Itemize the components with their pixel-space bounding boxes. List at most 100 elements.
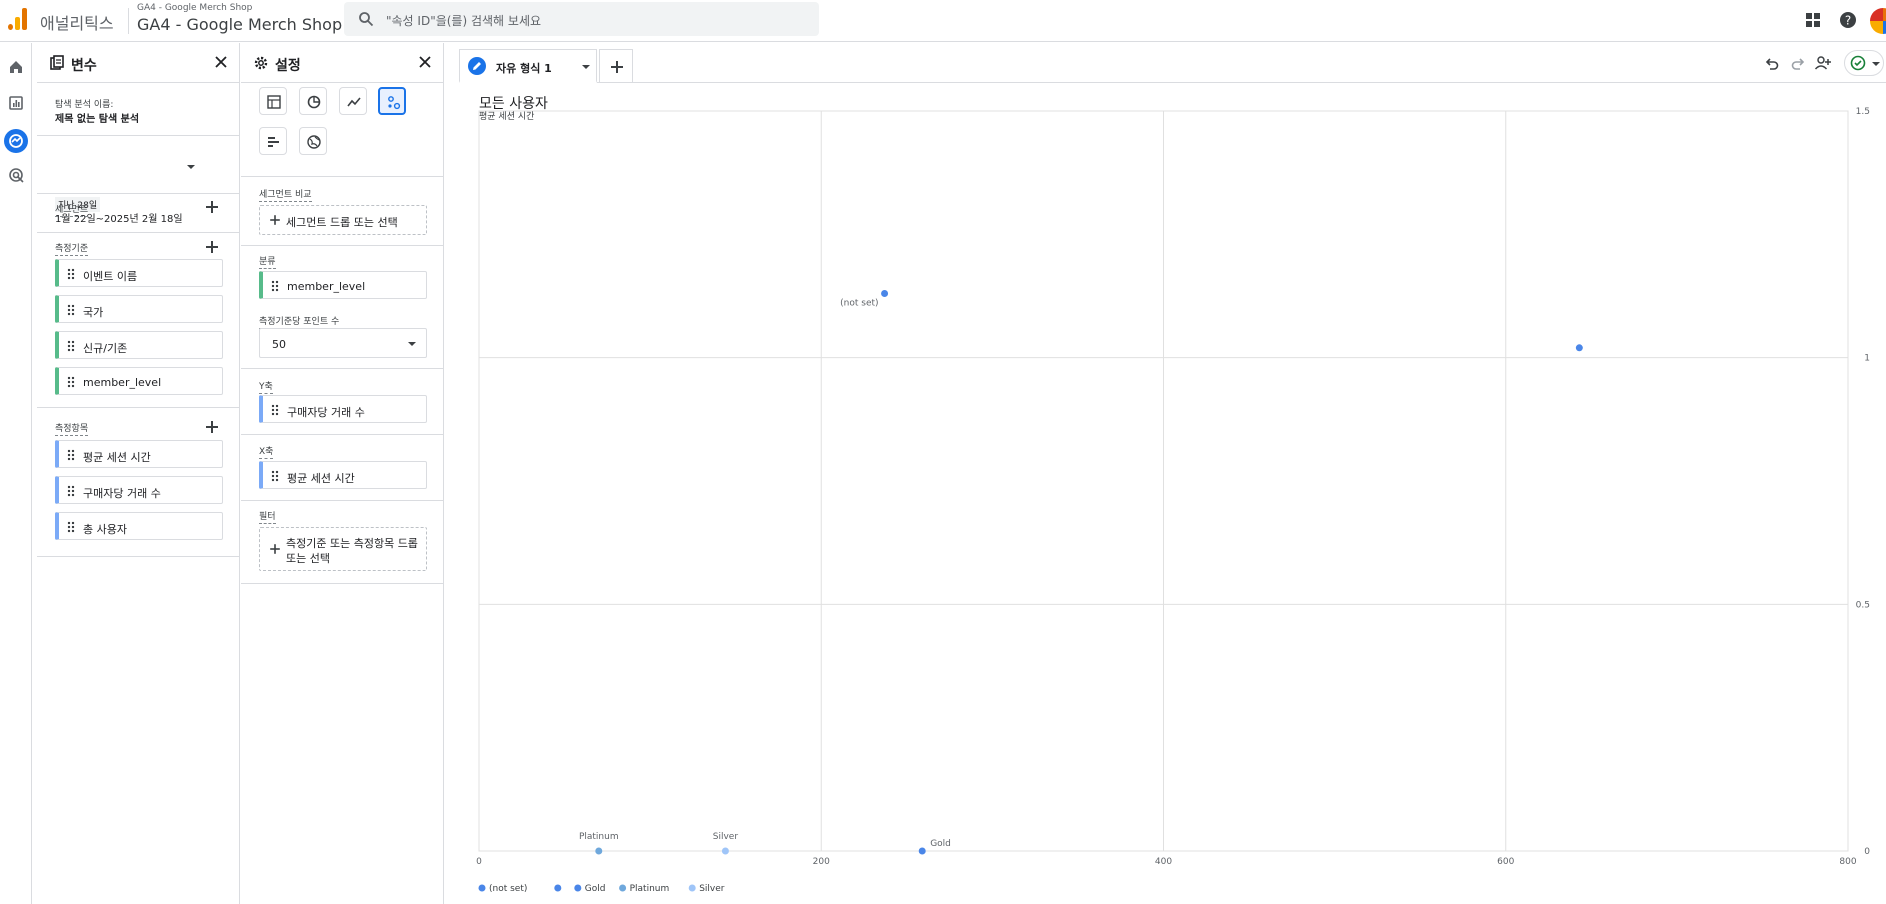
reports-icon[interactable]	[6, 93, 26, 113]
add-segment-button[interactable]	[205, 200, 219, 214]
variables-header: 변수	[37, 43, 239, 83]
segment-drop-zone[interactable]: 세그먼트 드롭 또는 선택	[259, 205, 427, 235]
variables-icon	[50, 55, 64, 70]
drag-handle-icon[interactable]	[271, 280, 279, 292]
bar-chart-icon	[268, 137, 279, 147]
drag-handle-icon[interactable]	[67, 521, 75, 533]
left-nav-rail	[0, 43, 32, 904]
account-name[interactable]: GA4 - Google Merch Shop	[137, 3, 252, 13]
search-input[interactable]: "속성 ID"을(를) 검색해 보세요	[344, 2, 819, 36]
bar-viz-button[interactable]	[259, 127, 287, 155]
data-point[interactable]	[595, 847, 603, 855]
dimension-chip[interactable]: 이벤트 이름	[55, 259, 223, 287]
data-label: Gold	[930, 839, 951, 849]
variables-panel: 변수 탐색 분석 이름: 제목 없는 탐색 분석 지난 28일 1월 22일~2…	[37, 43, 240, 904]
metrics-label: 측정항목	[55, 421, 89, 436]
breakdown-label: 분류	[259, 254, 276, 269]
data-point[interactable]	[1575, 344, 1583, 352]
y-tick-label: 0	[1864, 847, 1870, 857]
dimension-chip[interactable]: 신규/기존	[55, 331, 223, 359]
legend-swatch	[619, 884, 627, 892]
drag-handle-icon[interactable]	[271, 470, 279, 482]
add-metric-button[interactable]	[205, 420, 219, 434]
data-point[interactable]	[918, 847, 926, 855]
x-axis-chip[interactable]: 평균 세션 시간	[259, 461, 427, 489]
dimension-chip[interactable]: 국가	[55, 295, 223, 323]
x-tick-label: 400	[1155, 857, 1172, 867]
chevron-down-icon	[408, 342, 416, 346]
analytics-logo-icon[interactable]	[8, 8, 28, 30]
table-viz-button[interactable]	[259, 87, 287, 115]
y-tick-label: 0.5	[1856, 600, 1870, 610]
legend-swatch	[478, 884, 486, 892]
drag-handle-icon[interactable]	[67, 340, 75, 352]
plus-icon	[269, 214, 280, 225]
drag-handle-icon[interactable]	[67, 376, 75, 388]
scatter-viz-button[interactable]	[378, 87, 406, 115]
settings-header: 설정	[241, 43, 443, 83]
drag-handle-icon[interactable]	[67, 485, 75, 497]
segment-compare-label: 세그먼트 비교	[259, 187, 312, 202]
close-icon[interactable]	[417, 54, 433, 70]
data-point[interactable]	[881, 290, 889, 298]
brand-name: 애널리틱스	[40, 14, 114, 33]
x-tick-label: 0	[476, 857, 482, 867]
dimensions-label: 측정기준	[55, 241, 89, 256]
points-per-dimension-select[interactable]: 50	[259, 328, 427, 358]
filter-label: 필터	[259, 509, 276, 524]
drag-handle-icon[interactable]	[67, 268, 75, 280]
home-icon[interactable]	[6, 57, 26, 77]
apps-grid-icon[interactable]	[1803, 10, 1823, 30]
avatar[interactable]	[1870, 8, 1886, 34]
close-icon[interactable]	[213, 54, 229, 70]
divider	[241, 434, 443, 435]
data-label: (not set)	[840, 299, 878, 309]
gear-icon	[254, 56, 268, 70]
plus-icon	[269, 543, 280, 554]
drag-handle-icon[interactable]	[67, 449, 75, 461]
metric-chip[interactable]: 구매자당 거래 수	[55, 476, 223, 504]
line-viz-button[interactable]	[339, 87, 367, 115]
legend-label: Silver	[699, 884, 725, 894]
top-bar: 애널리틱스 GA4 - Google Merch Shop GA4 - Goog…	[0, 0, 1886, 42]
data-label: Silver	[713, 832, 739, 842]
dimension-chip[interactable]: member_level	[55, 367, 223, 395]
y-axis-chip[interactable]: 구매자당 거래 수	[259, 395, 427, 423]
geo-map-viz-button[interactable]	[299, 127, 327, 155]
segments-label: 세그먼트	[55, 202, 89, 217]
chevron-down-icon[interactable]	[187, 165, 195, 169]
search-icon	[359, 12, 374, 27]
y-axis-label: Y축	[259, 379, 273, 394]
donut-viz-button[interactable]	[299, 87, 327, 115]
advertising-icon[interactable]	[6, 165, 26, 185]
divider	[128, 8, 129, 34]
metric-chip[interactable]: 총 사용자	[55, 512, 223, 540]
y-tick-label: 1.5	[1856, 107, 1870, 117]
exploration-canvas: 자유 형식 1 모든 사용자 0 200 400 600 800 0 0.5 1 1.5 평균 세…	[459, 43, 1886, 904]
drag-handle-icon[interactable]	[271, 404, 279, 416]
add-dimension-button[interactable]	[205, 240, 219, 254]
legend-swatch	[688, 884, 696, 892]
divider	[37, 232, 239, 233]
property-name[interactable]: GA4 - Google Merch Shop	[137, 15, 342, 34]
globe-icon	[307, 135, 321, 149]
y-tick-label: 1	[1864, 354, 1870, 364]
variables-title: 변수	[71, 58, 97, 74]
x-tick-label: 600	[1497, 857, 1514, 867]
data-point[interactable]	[721, 847, 729, 855]
line-chart-icon	[347, 97, 361, 107]
filter-drop-zone[interactable]: 측정기준 또는 측정항목 드롭 또는 선택	[259, 527, 427, 571]
settings-title: 설정	[275, 58, 301, 74]
settings-panel: 설정 세그먼트 비교 세그먼트 드롭 또는 선택 분류 member_level…	[241, 43, 444, 904]
exploration-name[interactable]: 제목 없는 탐색 분석	[55, 110, 139, 125]
metric-chip[interactable]: 평균 세션 시간	[55, 440, 223, 468]
legend-label: Gold	[585, 884, 606, 894]
points-per-dimension-label: 측정기준당 포인트 수	[259, 314, 340, 329]
breakdown-chip[interactable]: member_level	[259, 271, 427, 299]
explore-icon[interactable]	[4, 129, 28, 153]
drag-handle-icon[interactable]	[67, 304, 75, 316]
help-icon[interactable]: ?	[1838, 10, 1858, 30]
legend-swatch	[574, 884, 582, 892]
table-icon	[267, 95, 281, 109]
divider	[241, 245, 443, 246]
